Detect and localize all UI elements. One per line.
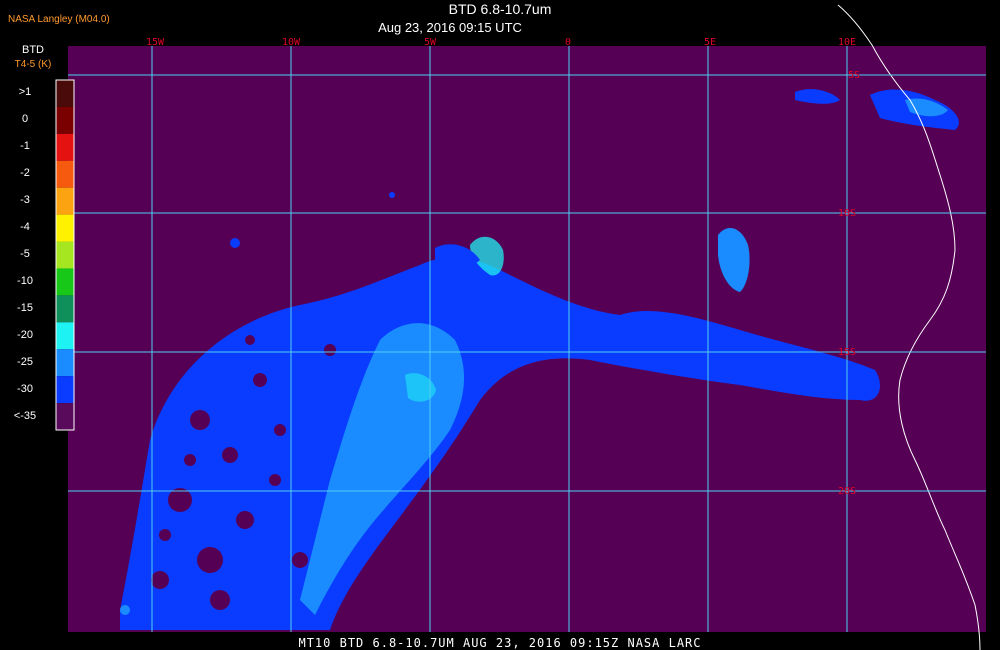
lat-label-10s: 10S [838,208,856,219]
spot-b [389,192,395,198]
map-title: BTD 6.8-10.7um [448,1,552,17]
legend-swatch [56,376,74,404]
legend-label: -5 [20,248,30,260]
lon-label-15w: 15W [146,37,165,48]
lon-label-5w: 5W [424,37,437,48]
legend-label: -10 [17,274,33,287]
legend-label: -15 [17,301,33,314]
legend-swatch [56,106,74,134]
legend-label: 0 [21,113,29,126]
legend-swatch [56,268,74,296]
lat-label-20s: 20S [838,486,856,497]
lat-label-5s: 5S [848,70,860,81]
legend-swatch [56,241,74,269]
legend-label: -4 [20,221,30,234]
footer-caption: MT10 BTD 6.8-10.7UM AUG 23, 2016 09:15Z … [298,636,702,650]
legend-label: -20 [17,328,33,341]
spot-a [230,238,240,248]
lon-label-10e: 10E [838,37,856,48]
legend-label: -3 [20,194,30,207]
legend-swatch [56,403,74,430]
legend-swatch [56,160,74,188]
map-timestamp: Aug 23, 2016 09:15 UTC [378,20,522,35]
legend-swatch [56,187,74,215]
spot-c [120,605,130,615]
legend-label: -30 [17,382,33,395]
legend-label: -2 [20,167,30,180]
legend-label: <-35 [13,409,37,422]
lon-label-5e: 5E [704,37,716,48]
legend-swatch [56,349,74,377]
legend-label: >1 [18,86,32,99]
legend-label: -1 [20,140,30,153]
satellite-map: 15W 10W 5W 0 5E 10E 5S 10S 15S 20S [55,4,986,650]
legend-swatch [56,214,74,242]
lat-label-15s: 15S [838,347,856,358]
legend-swatch [56,322,74,350]
legend-swatch [56,133,74,161]
legend-subtitle: T4-5 (K) [14,59,52,70]
lon-label-0: 0 [565,37,571,48]
legend-swatch [56,295,74,323]
legend-colorbar [55,79,75,431]
legend-title: BTD [22,44,44,56]
legend-label: -25 [17,355,33,368]
legend-swatch [56,80,74,107]
lon-label-10w: 10W [282,37,301,48]
